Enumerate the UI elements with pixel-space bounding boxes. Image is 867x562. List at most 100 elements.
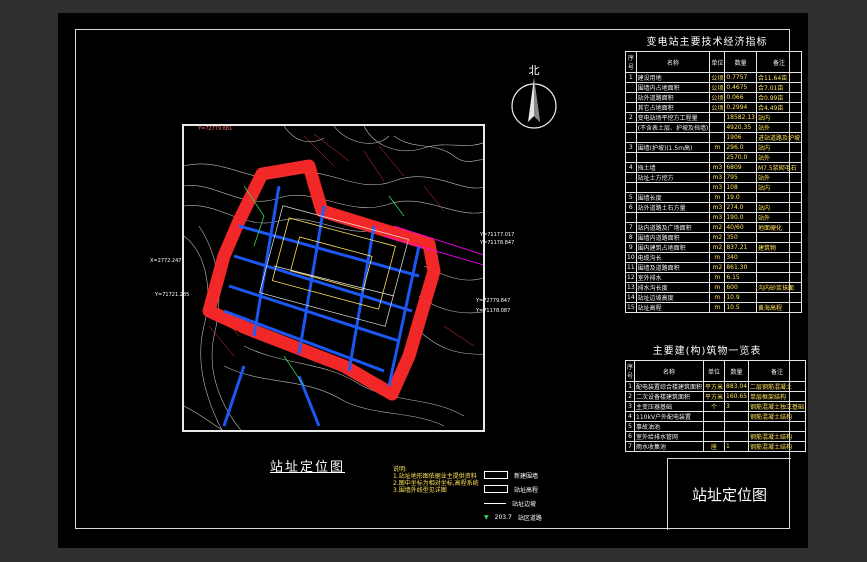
column-header: 序号: [624, 360, 636, 382]
table-cell: [625, 92, 637, 103]
table-cell: 单层框架结构: [748, 391, 807, 402]
buildings-table: 主要建(构)筑物一览表 序号 名称 单位 数量 备注 1 配电装置综合楼建筑面积 平方米 883…: [624, 344, 807, 452]
coord-label: Y=71178.847: [480, 240, 515, 246]
table-cell: 40/60: [724, 222, 757, 233]
table-row: 围墙内占地面积 公顷 0.4675 合7.01亩: [625, 82, 803, 93]
table-cell: [625, 102, 637, 113]
table-cell: 3: [724, 401, 750, 412]
table-cell: 站外道路面积: [635, 92, 711, 103]
table-cell: m2: [709, 242, 726, 253]
table-cell: 公顷: [709, 102, 726, 113]
table-cell: 公顷: [709, 72, 726, 83]
table-cell: 雨水收集池: [634, 441, 705, 452]
table-cell: 公顷: [709, 82, 726, 93]
table1-title: 变电站主要技术经济指标: [646, 37, 768, 48]
table-cell: 7: [624, 441, 636, 452]
table-row: 7 雨水收集池座 1 钢筋混凝土结构: [624, 441, 807, 452]
table-cell: [625, 122, 637, 133]
table-cell: 861.30: [724, 262, 757, 273]
table-cell: [755, 252, 803, 263]
table-cell: 18582.13: [724, 112, 757, 123]
table-cell: 4: [625, 162, 637, 173]
table-cell: [709, 122, 726, 133]
table-cell: 110kV户外配电装置: [634, 411, 705, 422]
table-cell: 黄海高程: [755, 302, 803, 313]
legend-item: 新建围墙: [484, 468, 542, 482]
table-cell: [625, 182, 637, 193]
coord-label: Y=72779.881: [198, 126, 233, 132]
title-block-label: 站址定位图: [691, 486, 767, 504]
table-row: 其它占地面积 公顷 0.2994 合4.49亩: [625, 102, 803, 113]
table-cell: 站外: [755, 152, 803, 163]
coord-label: Y=71177.017: [480, 232, 515, 238]
table-cell: [755, 232, 803, 243]
table-cell: 事故油池: [634, 421, 705, 432]
drawing-notes: 说明: 1.站址地形图依据业主提供资料 2.图中坐标为相对坐标,高程系统 3.围…: [393, 466, 479, 494]
map-title: 站址定位图: [270, 460, 346, 475]
table-row: 9 围内建筑占地面积 m2 837.21 建筑物: [625, 242, 803, 253]
table-cell: 12: [625, 272, 637, 283]
table-cell: [748, 421, 807, 432]
table-row: 2 二次设备楼建筑面积 平方米 160.65 单层框架结构: [624, 391, 807, 402]
table-cell: 0.7757: [724, 72, 757, 83]
table-cell: m3: [709, 182, 726, 193]
table-cell: [755, 292, 803, 303]
table-cell: 1: [624, 381, 636, 392]
table-cell: 5: [624, 421, 636, 432]
table-row: 站址土方挖方 m3 795 站外: [625, 172, 803, 183]
table-cell: [635, 212, 711, 223]
table-cell: 1: [625, 72, 637, 83]
table-cell: 15: [625, 302, 637, 313]
table-cell: 13: [625, 282, 637, 293]
table-cell: 0.066: [724, 92, 757, 103]
table-cell: 160.65: [724, 391, 750, 402]
table-cell: 变电站场平挖方工程量: [635, 112, 711, 123]
table-cell: 站内: [755, 182, 803, 193]
table-cell: [724, 411, 750, 422]
table-cell: m2: [709, 232, 726, 243]
table-cell: 配电装置综合楼建筑面积: [634, 381, 705, 392]
table-cell: 个: [703, 401, 726, 412]
coord-label: X=2772.247: [150, 258, 182, 264]
table-cell: 837.21: [724, 242, 757, 253]
table-row: 2 变电站场平挖方工程量 18582.13 站内: [625, 112, 803, 123]
table-row: 1 建设用地 公顷 0.7757 合11.64亩: [625, 72, 803, 83]
table-cell: 挡土墙: [635, 162, 711, 173]
table-cell: [755, 262, 803, 273]
table-cell: 2: [624, 391, 636, 402]
note-line: 2.图中坐标为相对坐标,高程系统: [393, 480, 479, 487]
table-cell: 二层钢筋混凝土: [748, 381, 807, 392]
table-cell: 二次设备楼建筑面积: [634, 391, 705, 402]
table-cell: 座: [703, 441, 726, 452]
table-cell: 站外: [755, 122, 803, 133]
table-cell: [703, 421, 726, 432]
table-cell: 沟内砂浆抹面: [755, 282, 803, 293]
table-row: 12 室外排水 m 6.15: [625, 272, 803, 283]
table-cell: 站外: [755, 172, 803, 183]
table-cell: 6: [625, 202, 637, 213]
table-cell: m: [709, 252, 726, 263]
table-cell: 建设用地: [635, 72, 711, 83]
table-cell: 站址高程: [635, 302, 711, 313]
table-cell: 3: [625, 142, 637, 153]
table-row: 2570.0 站外: [625, 152, 803, 163]
table-row: 站外道路面积 公顷 0.066 合0.99亩: [625, 92, 803, 103]
table-row: 14 站址边坡高度 m 10.9: [625, 292, 803, 303]
table-cell: 站址边坡高度: [635, 292, 711, 303]
table-row: 5 事故油池: [624, 421, 807, 432]
table-cell: 排水沟长度: [635, 282, 711, 293]
coord-label: Y=71178.087: [476, 308, 511, 314]
table-cell: 室外给排水管网: [634, 431, 705, 442]
table-cell: m3: [709, 172, 726, 183]
table-cell: 围内建筑占地面积: [635, 242, 711, 253]
table-cell: [625, 82, 637, 93]
table-cell: 274.0: [724, 202, 757, 213]
table-cell: [625, 172, 637, 183]
table-cell: 公顷: [709, 92, 726, 103]
table-cell: 站内: [755, 202, 803, 213]
note-line: 3.围墙外线型见详图: [393, 487, 447, 494]
table-cell: 296.0: [724, 142, 757, 153]
table-row: 4 110kV户外配电装置 钢筋混凝土结构: [624, 411, 807, 422]
table-cell: m2: [709, 222, 726, 233]
table-cell: 围墙(护坡)(1.5m高): [635, 142, 711, 153]
